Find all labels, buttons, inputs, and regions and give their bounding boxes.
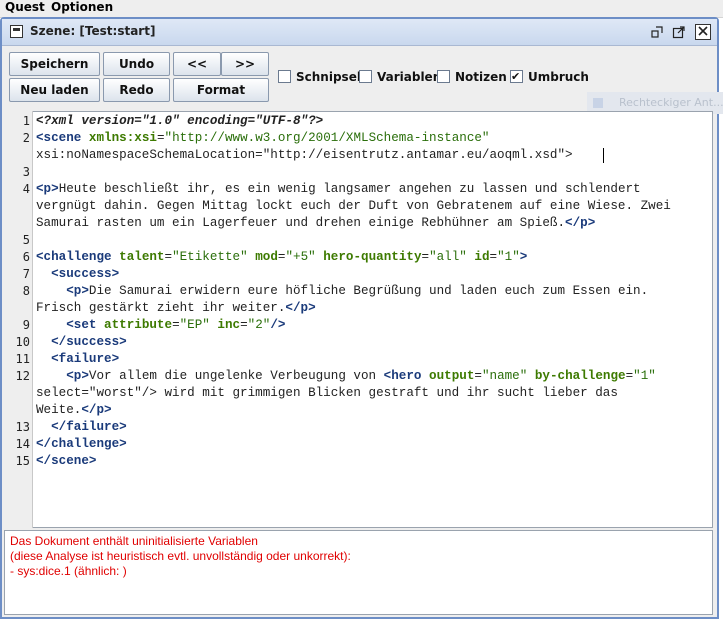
line-number: 2	[22, 131, 30, 145]
checkbox-icon[interactable]	[437, 70, 450, 83]
line-number: 13	[15, 420, 30, 434]
message-line: (diese Analyse ist heuristisch evtl. unv…	[10, 549, 351, 563]
code-line[interactable]: Weite.</p>	[36, 402, 112, 419]
line-number	[4, 198, 30, 215]
checkbox-checked-icon[interactable]	[510, 69, 523, 85]
save-button[interactable]: Speichern	[9, 52, 100, 76]
close-icon[interactable]	[695, 24, 711, 40]
checkbox-label: Umbruch	[528, 70, 589, 84]
code-line[interactable]: <p>Heute beschließt ihr, es ein wenig la…	[36, 181, 641, 198]
code-line[interactable]: <?xml version="1.0" encoding="UTF-8"?>	[36, 113, 323, 130]
line-number: 1	[22, 114, 30, 128]
line-number: 9	[22, 318, 30, 332]
code-line[interactable]: xsi:noNamespaceSchemaLocation="http://ei…	[36, 147, 573, 164]
restore-icon[interactable]	[650, 25, 664, 39]
checkbox-label: Schnipsel	[296, 70, 361, 84]
code-line[interactable]: select="worst"/> wird mit grimmigen Blic…	[36, 385, 618, 402]
line-number	[4, 402, 30, 419]
window-icon	[10, 25, 23, 38]
message-line: - sys:dice.1 (ähnlich: )	[10, 564, 127, 578]
code-line[interactable]: <p>Die Samurai erwidern eure höfliche Be…	[36, 283, 648, 300]
redo-button[interactable]: Redo	[103, 78, 170, 102]
line-number: 8	[22, 284, 30, 298]
code-line[interactable]: <success>	[36, 266, 119, 283]
code-line[interactable]: </success>	[36, 334, 127, 351]
line-number	[4, 385, 30, 402]
checkbox-label: Variablen	[377, 70, 442, 84]
line-number: 12	[15, 369, 30, 383]
checkbox-icon[interactable]	[359, 70, 372, 83]
code-line[interactable]: <p>Vor allem die ungelenke Verbeugung vo…	[36, 368, 656, 385]
code-line[interactable]: Frisch gestärkt zieht ihr weiter.</p>	[36, 300, 316, 317]
format-button[interactable]: Format	[173, 78, 269, 102]
line-number: 7	[22, 267, 30, 281]
code-line[interactable]: <failure>	[36, 351, 119, 368]
menubar: Quest Optionen	[0, 0, 723, 18]
line-number: 14	[15, 437, 30, 451]
checkbox-notizen[interactable]: Notizen	[437, 69, 507, 85]
code-line[interactable]: vergnügt dahin. Gegen Mittag lockt euch …	[36, 198, 671, 215]
menu-optionen[interactable]: Optionen	[51, 0, 113, 16]
checkbox-icon[interactable]	[278, 70, 291, 83]
code-line[interactable]: </failure>	[36, 419, 127, 436]
shape-icon	[593, 98, 603, 108]
undo-button[interactable]: Undo	[103, 52, 170, 76]
next-button[interactable]: >>	[221, 52, 269, 76]
message-line: Das Dokument enthält uninitialisierte Va…	[10, 534, 258, 548]
line-number: 10	[15, 335, 30, 349]
background-panel-label: Rechteckiger Ant...	[619, 96, 723, 109]
line-number	[4, 215, 30, 232]
checkbox-variablen[interactable]: Variablen	[359, 69, 441, 85]
checkbox-umbruch[interactable]: Umbruch	[510, 69, 589, 85]
line-number: 15	[15, 454, 30, 468]
code-line[interactable]: </challenge>	[36, 436, 127, 453]
window-title: Szene: [Test:start]	[30, 24, 156, 38]
title-bar[interactable]: Szene: [Test:start]	[2, 19, 717, 46]
reload-button[interactable]: Neu laden	[9, 78, 100, 102]
checkbox-label: Notizen	[455, 70, 507, 84]
text-caret	[603, 148, 604, 163]
menu-quest[interactable]: Quest	[5, 0, 45, 16]
line-number: 4	[22, 182, 30, 196]
code-line[interactable]: <scene xmlns:xsi="http://www.w3.org/2001…	[36, 130, 490, 147]
line-number: 5	[22, 233, 30, 247]
line-number: 3	[22, 165, 30, 179]
maximize-icon[interactable]	[672, 25, 686, 39]
code-line[interactable]: Samurai rasten um ein Lagerfeuer und dre…	[36, 215, 595, 232]
previous-button[interactable]: <<	[173, 52, 221, 76]
message-panel: Das Dokument enthält uninitialisierte Va…	[4, 530, 713, 615]
line-number	[4, 147, 30, 164]
code-line[interactable]: <challenge talent="Etikette" mod="+5" he…	[36, 249, 527, 266]
code-line[interactable]: </scene>	[36, 453, 96, 470]
line-number	[4, 300, 30, 317]
line-number: 11	[15, 352, 30, 366]
code-line[interactable]: <set attribute="EP" inc="2"/>	[36, 317, 285, 334]
line-number: 6	[22, 250, 30, 264]
checkbox-schnipsel[interactable]: Schnipsel	[278, 69, 361, 85]
